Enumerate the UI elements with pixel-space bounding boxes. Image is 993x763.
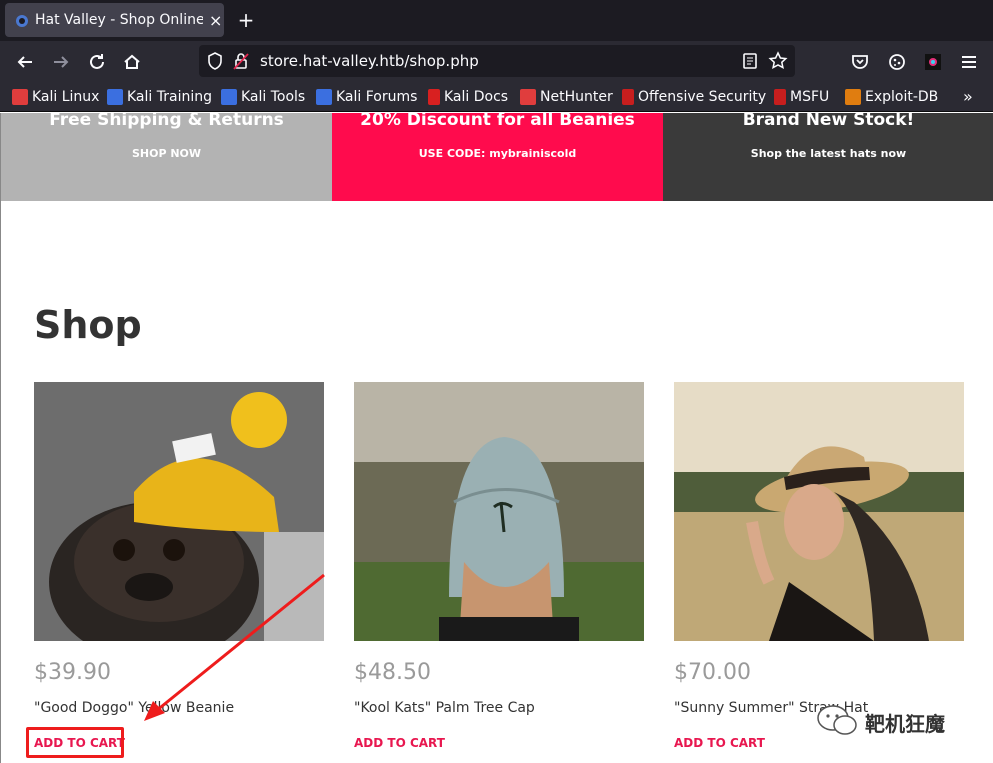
home-icon[interactable]	[120, 50, 144, 74]
more-bookmarks-icon[interactable]: »	[963, 87, 973, 106]
bookmark-kali-linux[interactable]: Kali Linux	[12, 88, 99, 106]
watermark: 靶机狂魔	[815, 703, 945, 741]
offensive-security-icon	[622, 89, 634, 105]
bookmarks-toolbar: Kali Linux Kali Training Kali Tools Kali…	[0, 82, 993, 112]
nethunter-icon	[520, 89, 536, 105]
bookmark-offensive-security[interactable]: Offensive Security	[622, 88, 766, 106]
wechat-icon	[815, 703, 859, 741]
annotation-arrow	[144, 573, 325, 721]
back-icon[interactable]	[13, 50, 37, 74]
bookmark-exploit-db[interactable]: Exploit-DB	[845, 88, 938, 106]
menu-icon[interactable]	[957, 50, 981, 74]
tab-title: Hat Valley - Shop Online!	[35, 12, 203, 28]
bookmark-kali-forums[interactable]: Kali Forums	[316, 88, 417, 106]
kali-docs-icon	[428, 89, 440, 105]
favicon-icon	[15, 13, 29, 27]
kali-tools-icon	[221, 89, 237, 105]
bookmark-kali-docs[interactable]: Kali Docs	[428, 88, 508, 106]
close-tab-icon[interactable]: ×	[209, 11, 222, 30]
shield-icon[interactable]	[204, 50, 226, 72]
tab-strip: Hat Valley - Shop Online! × +	[0, 0, 993, 41]
url-text[interactable]: store.hat-valley.htb/shop.php	[260, 52, 479, 70]
new-tab-button[interactable]: +	[236, 8, 256, 32]
msfu-icon	[774, 89, 786, 105]
bookmark-kali-tools[interactable]: Kali Tools	[221, 88, 305, 106]
reload-icon[interactable]	[85, 50, 109, 74]
insecure-lock-icon[interactable]	[230, 50, 252, 72]
forward-icon[interactable]	[49, 50, 73, 74]
pocket-icon[interactable]	[848, 50, 872, 74]
cookie-icon[interactable]	[885, 50, 909, 74]
exploit-db-icon	[845, 89, 861, 105]
reader-view-icon[interactable]	[739, 50, 761, 72]
url-bar[interactable]: store.hat-valley.htb/shop.php	[199, 45, 795, 77]
extension-icon[interactable]	[921, 50, 945, 74]
page-viewport: Free Shipping & Returns SHOP NOW 20% Dis…	[0, 113, 993, 763]
browser-window: Hat Valley - Shop Online! × + store.hat-…	[0, 0, 993, 763]
bookmark-msfu[interactable]: MSFU	[774, 88, 829, 106]
kali-forums-icon	[316, 89, 332, 105]
bookmark-kali-training[interactable]: Kali Training	[107, 88, 212, 106]
kali-dragon-icon	[12, 89, 28, 105]
tab-hat-valley[interactable]: Hat Valley - Shop Online! ×	[5, 3, 224, 37]
navigation-bar: store.hat-valley.htb/shop.php	[0, 41, 993, 82]
bookmark-nethunter[interactable]: NetHunter	[520, 88, 613, 106]
watermark-text: 靶机狂魔	[865, 711, 945, 736]
bookmark-star-icon[interactable]	[767, 50, 789, 72]
kali-training-icon	[107, 89, 123, 105]
